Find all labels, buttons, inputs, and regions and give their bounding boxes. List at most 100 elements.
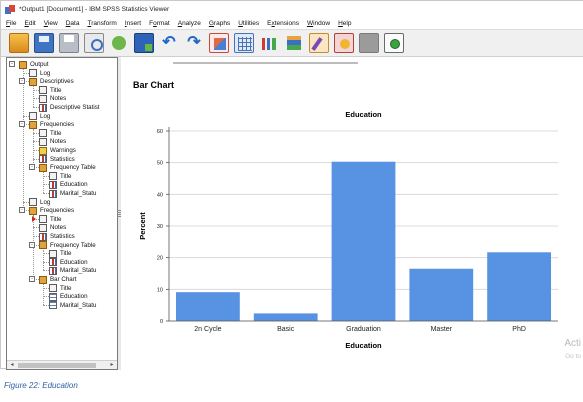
y-tick-label: 40 <box>157 192 163 198</box>
outline-item-label: Output <box>30 61 49 68</box>
book-icon <box>39 241 47 250</box>
activation-watermark-sub: Go to <box>565 353 581 360</box>
doc-icon <box>49 249 57 258</box>
bar-2n-cycle <box>176 292 240 321</box>
script-icon[interactable] <box>334 33 354 53</box>
book-icon <box>29 206 37 215</box>
outline-item-label: Education <box>60 293 88 301</box>
book-icon <box>29 77 37 86</box>
outline-item-label: Descriptive Statist <box>50 104 100 111</box>
export-icon[interactable] <box>109 33 129 53</box>
scroll-right-icon[interactable]: ▸ <box>108 362 116 368</box>
outline-item-label: Bar Chart <box>50 276 77 283</box>
collapse-toggle-icon[interactable]: - <box>9 61 15 67</box>
menu-utilities[interactable]: Utilities <box>235 20 264 27</box>
doc-icon <box>39 223 47 232</box>
x-tick-label: Master <box>431 326 453 333</box>
scroll-thumb[interactable] <box>18 363 96 368</box>
menu-file[interactable]: File <box>3 20 22 27</box>
goto-data-icon[interactable] <box>134 33 154 53</box>
y-axis-label: Percent <box>138 212 147 240</box>
menu-extensions[interactable]: Extensions <box>264 20 304 27</box>
outline-item-label: Education <box>60 181 88 189</box>
stacked-chart-icon[interactable] <box>284 33 304 53</box>
collapse-toggle-icon[interactable]: - <box>29 164 35 171</box>
bar-graduation <box>331 161 396 321</box>
add-icon[interactable] <box>384 33 404 53</box>
outline-item-label: Frequency Table <box>50 164 96 172</box>
spss-viewer-window: *Output1 [Document1] - IBM SPSS Statisti… <box>0 0 583 370</box>
print-icon[interactable] <box>59 33 79 53</box>
menu-edit[interactable]: Edit <box>22 20 41 27</box>
undo-icon[interactable]: ↶ <box>159 33 179 53</box>
menu-data[interactable]: Data <box>63 20 85 27</box>
chart-builder-icon[interactable] <box>209 33 229 53</box>
outline-item[interactable]: Marital_Statu <box>49 301 96 310</box>
save-icon[interactable] <box>34 33 54 53</box>
outline-item[interactable]: Marital_Statu <box>49 189 96 198</box>
book-icon <box>39 275 47 284</box>
doc-icon <box>29 198 37 207</box>
activation-watermark: Acti <box>564 338 581 349</box>
outline-item-label: Title <box>60 284 72 292</box>
chart-icon <box>49 266 57 275</box>
collapse-toggle-icon[interactable]: - <box>19 121 25 128</box>
x-axis-label: Education <box>345 341 382 350</box>
education-bar-chart[interactable]: 0 10 20 30 40 50 60 2n Cycle Basic Graduation Mast… <box>121 57 583 370</box>
chart-icon <box>39 103 47 112</box>
open-folder-icon[interactable] <box>9 33 29 53</box>
outline-item-label: Warnings <box>50 147 76 154</box>
collapse-toggle-icon[interactable]: - <box>19 207 25 214</box>
chart-icon <box>49 180 57 189</box>
collapse-toggle-icon[interactable]: - <box>19 78 25 85</box>
output-content-pane[interactable]: Bar Chart 0 10 20 30 40 50 60 2n Cycle Basic Grad… <box>121 57 583 370</box>
outline-pane[interactable]: - Output Log - Descriptives Title Notes Descrip… <box>6 57 118 370</box>
bar-chart-icon[interactable] <box>259 33 279 53</box>
outline-item-label: Title <box>50 86 62 94</box>
doc-icon <box>49 172 57 181</box>
goto-case-icon[interactable] <box>234 33 254 53</box>
title-bar: *Output1 [Document1] - IBM SPSS Statisti… <box>1 1 583 18</box>
outline-item-label: Frequencies <box>40 207 75 215</box>
menu-insert[interactable]: Insert <box>122 20 146 27</box>
menu-view[interactable]: View <box>41 20 63 27</box>
collapse-toggle-icon[interactable]: - <box>29 276 35 282</box>
chart-icon <box>39 232 47 241</box>
menu-format[interactable]: Format <box>146 20 175 27</box>
tree-guide <box>23 69 24 211</box>
bar-master <box>409 268 474 321</box>
outline-item-label: Log <box>40 198 51 206</box>
doc-icon <box>39 86 47 95</box>
scroll-left-icon[interactable]: ◂ <box>8 362 16 368</box>
x-tick-label: PhD <box>512 326 526 333</box>
outline-item-label: Notes <box>50 224 67 232</box>
edit-icon[interactable] <box>309 33 329 53</box>
print-preview-icon[interactable] <box>84 33 104 53</box>
redo-icon[interactable]: ↷ <box>184 33 204 53</box>
doc-icon <box>49 284 57 293</box>
menu-window[interactable]: Window <box>304 20 335 27</box>
toolbar: ↶ ↷ <box>1 29 583 57</box>
doc-icon <box>29 69 37 78</box>
menu-help[interactable]: Help <box>335 20 356 27</box>
outline-item-label: Marital_Statu <box>60 190 97 197</box>
collapse-toggle-icon[interactable]: - <box>29 241 35 248</box>
doc-icon <box>39 215 47 224</box>
menu-analyze[interactable]: Analyze <box>175 20 206 27</box>
bar-basic <box>253 313 318 321</box>
y-tick-label: 60 <box>157 129 163 135</box>
outline-item-label: Title <box>50 129 62 137</box>
output-outline-tree: - Output Log - Descriptives Title Notes Descrip… <box>7 58 117 358</box>
x-tick-label: 2n Cycle <box>194 326 221 333</box>
book-icon <box>19 60 27 69</box>
outline-item-label: Statistics <box>50 155 75 163</box>
outline-horizontal-scrollbar[interactable]: ◂ ▸ <box>7 360 117 369</box>
chart-icon <box>49 258 57 267</box>
menu-graphs[interactable]: Graphs <box>206 20 235 27</box>
book-icon <box>39 163 47 172</box>
outline-item-label: Frequencies <box>40 121 75 129</box>
menu-transform[interactable]: Transform <box>84 20 121 27</box>
chart-icon <box>39 155 47 164</box>
bar-phd <box>487 252 551 321</box>
y-tick-label: 50 <box>157 161 163 167</box>
